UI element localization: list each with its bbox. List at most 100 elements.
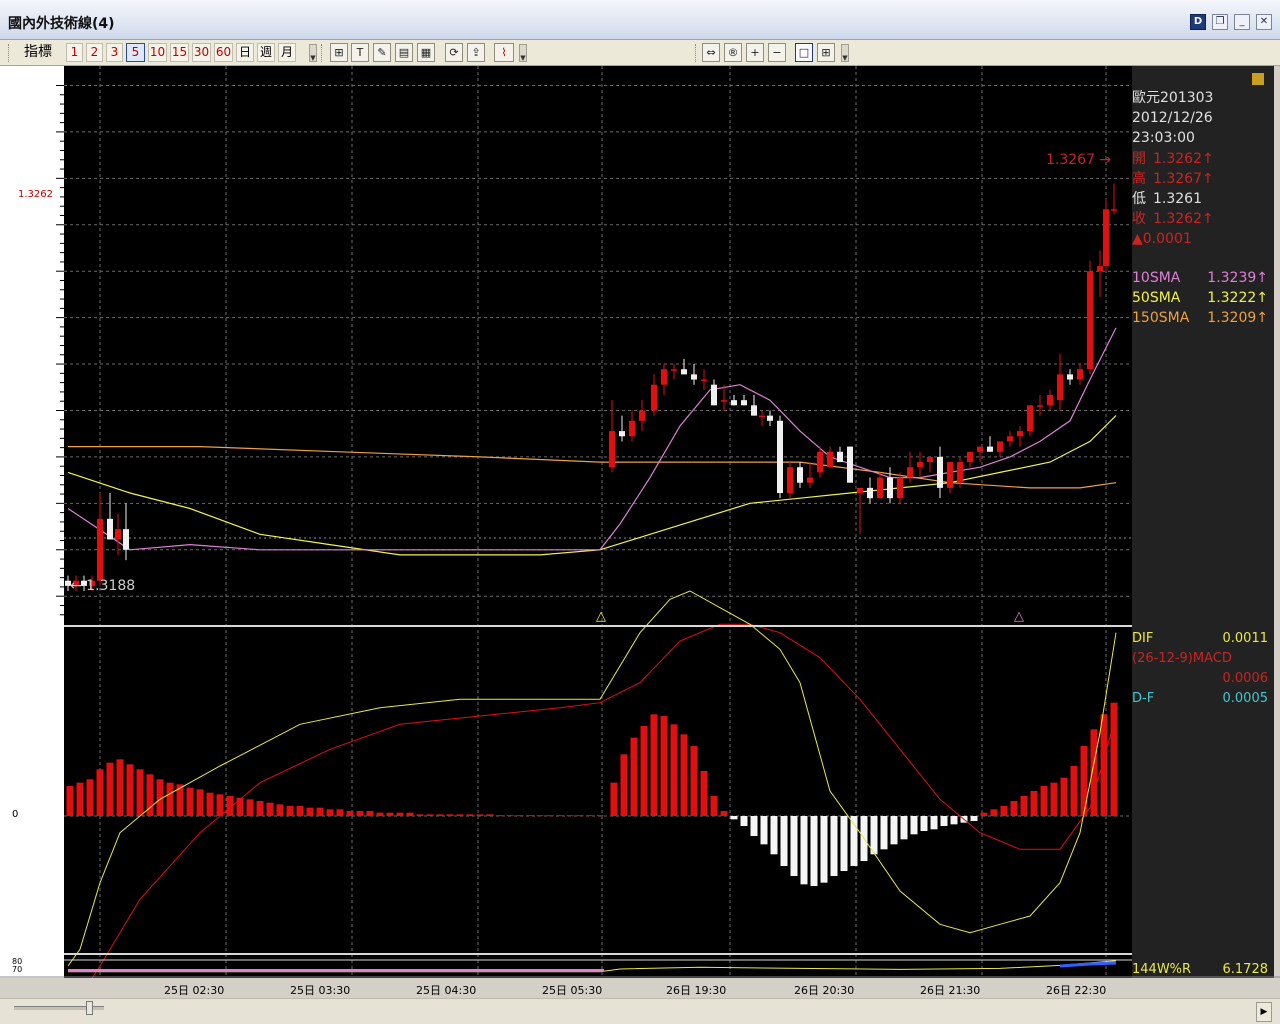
macd-bar — [256, 801, 264, 816]
period-button[interactable]: 3 — [106, 43, 123, 62]
macd-bar — [186, 787, 194, 816]
macd-bar — [556, 815, 564, 817]
macd-bar — [76, 782, 84, 816]
macd-bar — [406, 812, 414, 816]
time-tick-label: 26日 22:30 — [1046, 984, 1107, 997]
time-tick-label: 25日 05:30 — [542, 984, 603, 997]
chart-canvas[interactable]: 1.3262 1.3267 → ← 1.3188 △ △ 歐元201303 20… — [0, 66, 1280, 978]
indicator-button[interactable]: 指標 — [18, 43, 58, 62]
open-value: 1.3262↑ — [1153, 151, 1214, 167]
crosshair-icon[interactable]: ⊞ — [330, 43, 348, 62]
candle-body — [1087, 271, 1093, 370]
refresh-icon[interactable]: ⟳ — [445, 43, 463, 62]
grid-panel-icon[interactable]: ⊞ — [817, 43, 835, 62]
layers-icon[interactable]: ▤ — [395, 43, 413, 62]
candle-body — [115, 529, 121, 540]
macd-bar — [770, 816, 778, 855]
candle-body — [721, 400, 727, 402]
macd-bar — [1060, 777, 1068, 816]
layout-dropdown-arrow[interactable]: ▼ — [841, 44, 849, 62]
title-bar[interactable]: 國內外技術線(4) D ❐ _ ✕ — [0, 0, 1280, 40]
lock-icon[interactable] — [1252, 73, 1264, 85]
zoom-in-icon[interactable]: + — [746, 43, 764, 62]
close-button[interactable]: ✕ — [1256, 14, 1272, 30]
macd-bar — [690, 746, 698, 816]
candle-body — [797, 467, 803, 483]
macd-bar — [910, 816, 918, 835]
tools-dropdown-arrow[interactable]: ▼ — [519, 44, 527, 62]
candle-body — [661, 369, 667, 385]
candle-body — [681, 369, 687, 375]
zoom-out-icon[interactable]: − — [768, 43, 786, 62]
sma-legend-value: 1.3239↑ — [1207, 270, 1268, 286]
macd-bar — [376, 812, 384, 816]
df-value: 0.0005 — [1223, 691, 1269, 706]
toolbar-grip[interactable] — [695, 44, 699, 62]
candle-body — [947, 462, 953, 488]
candle-body — [1111, 209, 1117, 211]
time-tick-label: 26日 21:30 — [920, 984, 981, 997]
pen-icon[interactable]: ✎ — [373, 43, 391, 62]
candle-body — [907, 467, 913, 478]
zoom-slider-thumb[interactable] — [86, 1001, 93, 1015]
toolbar-grip[interactable] — [8, 44, 12, 62]
macd-zero-tick: 0 — [12, 809, 19, 820]
candle-body — [767, 415, 773, 421]
macd-bar — [740, 816, 748, 826]
period-button[interactable]: 5 — [126, 43, 145, 62]
candle-body — [1037, 405, 1043, 407]
candle-body — [711, 384, 717, 406]
candle-body — [1103, 209, 1109, 267]
period-button[interactable]: 15 — [170, 43, 189, 62]
window-controls: D ❐ _ ✕ — [1190, 14, 1272, 30]
macd-bar — [1000, 806, 1008, 816]
minimize-button[interactable]: _ — [1234, 14, 1250, 30]
sma-legend-value: 1.3209↑ — [1207, 310, 1268, 326]
close-value: 1.3262↑ — [1153, 211, 1214, 227]
period-dropdown-arrow[interactable]: ▼ — [309, 44, 317, 62]
toolbar-grip[interactable] — [321, 44, 325, 62]
sma-legend-name: 50SMA — [1132, 290, 1181, 306]
scroll-right-button[interactable]: ▶ — [1256, 1002, 1272, 1022]
quote-date: 2012/12/26 — [1132, 110, 1213, 126]
toolbar: 指標 1 2 3 5 10 15 30 60 日週月 ▼ ⊞ T ✎ ▤ ▦ ⟳ ⇪ ⌇ ▼ ⇔… — [0, 40, 1280, 66]
macd-bar — [166, 782, 174, 816]
period-button[interactable]: 2 — [86, 43, 103, 62]
d-icon[interactable]: D — [1190, 14, 1206, 30]
period-button[interactable]: 1 — [66, 43, 83, 62]
candle-body — [997, 441, 1003, 452]
text-tool-icon[interactable]: T — [351, 43, 369, 62]
macd-bar — [1010, 801, 1018, 816]
macd-bar — [680, 734, 688, 816]
candle-body — [927, 456, 933, 463]
restore-button[interactable]: ❐ — [1212, 14, 1228, 30]
dif-label: DIF — [1132, 631, 1153, 646]
print-icon[interactable]: ▦ — [417, 43, 435, 62]
period-button[interactable]: 30 — [192, 43, 211, 62]
period-button[interactable]: 月 — [278, 43, 296, 62]
zoom-reset-icon[interactable]: ® — [724, 43, 742, 62]
export-icon[interactable]: ⇪ — [467, 43, 485, 62]
macd-bar — [820, 816, 828, 883]
period-button[interactable]: 日 — [236, 43, 254, 62]
macd-bar — [790, 816, 798, 876]
quote-symbol: 歐元201303 — [1132, 90, 1213, 106]
candle-body — [1077, 369, 1083, 380]
single-panel-icon[interactable]: □ — [795, 43, 813, 62]
macd-bar — [710, 796, 718, 816]
period-button[interactable]: 週 — [257, 43, 275, 62]
period-button[interactable]: 10 — [148, 43, 167, 62]
window-title: 國內外技術線(4) — [8, 16, 115, 32]
candle-body — [639, 410, 645, 421]
sma-legend-value: 1.3222↑ — [1207, 290, 1268, 306]
pan-icon[interactable]: ⇔ — [702, 43, 720, 62]
macd-bar — [1030, 791, 1038, 816]
macd-bar — [246, 799, 254, 816]
line-chart-icon[interactable]: ⌇ — [494, 43, 514, 62]
candle-body — [887, 477, 893, 499]
macd-bar — [566, 815, 574, 817]
candle-body — [867, 487, 873, 499]
period-button[interactable]: 60 — [214, 43, 233, 62]
high-value: 1.3267↑ — [1153, 171, 1214, 187]
macd-bar — [216, 794, 224, 816]
